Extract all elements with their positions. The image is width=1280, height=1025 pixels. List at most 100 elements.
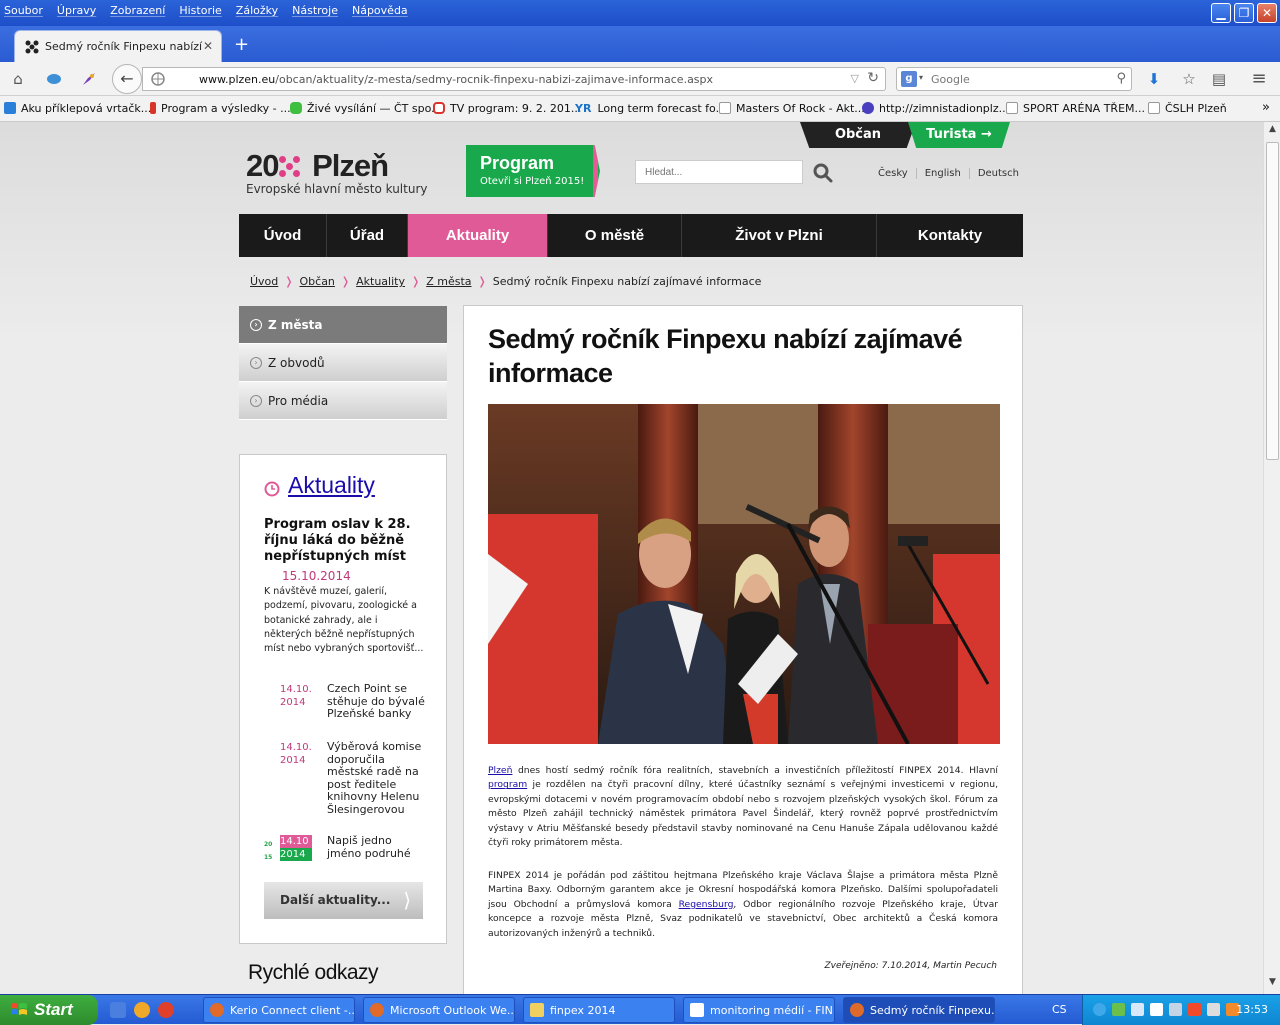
tray-monitor-icon[interactable] (1169, 1003, 1182, 1016)
taskbar-clock[interactable]: 13:53 (1236, 1003, 1268, 1016)
rocket-addon-icon[interactable] (80, 70, 98, 88)
tray-app-icon[interactable] (1150, 1003, 1163, 1016)
back-button[interactable]: ← (112, 64, 142, 94)
lang-czech[interactable]: Česky (870, 168, 916, 179)
lang-english[interactable]: English (915, 168, 969, 179)
lang-german[interactable]: Deutsch (968, 168, 1027, 179)
submenu-item-from-city[interactable]: › Z města (239, 306, 447, 344)
bookmark-item[interactable]: YR Long term forecast fo... (575, 102, 726, 115)
nav-item-news[interactable]: Aktuality (408, 214, 548, 257)
search-engine-box[interactable]: g ▾ Google ⚲ (896, 67, 1132, 91)
url-dropdown-icon[interactable]: ▽ (851, 72, 859, 85)
hamburger-menu-icon[interactable]: ≡ (1250, 70, 1268, 88)
breadcrumb-news[interactable]: Aktuality (356, 275, 405, 288)
search-engine-dropdown-icon[interactable]: ▾ (919, 73, 923, 82)
tray-alert-icon[interactable] (1188, 1003, 1201, 1016)
quicklaunch-messenger-icon[interactable] (134, 1002, 150, 1018)
menu-bookmarks[interactable]: Záložky (236, 4, 278, 17)
start-button[interactable]: Start (0, 995, 98, 1025)
site-identity-icon[interactable] (151, 72, 165, 86)
menu-edit[interactable]: Úpravy (57, 4, 96, 17)
bookmark-star-icon[interactable]: ☆ (1180, 70, 1198, 88)
featured-news-title[interactable]: Program oslav k 28. říjnu láká do běžně … (264, 517, 434, 565)
menu-file[interactable]: Soubor (4, 4, 43, 17)
citizen-section-tab[interactable]: Občan (800, 122, 916, 148)
taskbar-item-kerio[interactable]: Kerio Connect client -... (203, 997, 355, 1023)
google-icon[interactable]: g (901, 71, 917, 87)
nav-item-office[interactable]: Úřad (327, 214, 408, 257)
news-heading[interactable]: Aktuality (288, 472, 375, 499)
clock-icon (264, 481, 280, 497)
search-engine-placeholder: Google (931, 73, 970, 86)
menu-tools[interactable]: Nástroje (292, 4, 338, 17)
bookmark-item[interactable]: Masters Of Rock - Akt... (719, 102, 865, 115)
news-title[interactable]: Czech Point se stěhuje do bývalé Plzeňsk… (327, 682, 425, 721)
nav-item-about-city[interactable]: O městě (548, 214, 682, 257)
close-window-button[interactable]: ✕ (1257, 3, 1277, 23)
reload-icon[interactable]: ↻ (867, 70, 879, 86)
scroll-up-icon[interactable]: ▲ (1266, 124, 1279, 138)
menu-view[interactable]: Zobrazení (110, 4, 165, 17)
tray-security-icon[interactable] (1112, 1003, 1125, 1016)
taskbar-item-finpex-folder[interactable]: finpex 2014 (523, 997, 675, 1023)
taskbar-item-outlook[interactable]: Microsoft Outlook We... (363, 997, 515, 1023)
breadcrumb-citizen[interactable]: Občan (300, 275, 335, 288)
taskbar-item-monitoring[interactable]: monitoring médií - FIN... (683, 997, 835, 1023)
maximize-button[interactable]: ❐ (1234, 3, 1254, 23)
keyboard-language[interactable]: CS (1052, 1003, 1067, 1016)
new-tab-icon[interactable]: + (234, 34, 249, 55)
tourist-section-tab[interactable]: Turista → (908, 122, 1010, 148)
link-regensburg[interactable]: Regensburg (679, 899, 734, 910)
svg-text:20: 20 (264, 841, 272, 848)
menu-history[interactable]: Historie (179, 4, 221, 17)
tray-network-icon[interactable] (1093, 1003, 1106, 1016)
submenu-item-for-media[interactable]: › Pro média (239, 382, 447, 420)
site-logo[interactable]: 20 Plzeň Evropské hlavní město kultury (246, 148, 436, 198)
search-icon[interactable]: ⚲ (1116, 71, 1126, 86)
bookmark-item[interactable]: Aku příklepová vrtačk... (4, 102, 151, 115)
link-plzen[interactable]: Plzeň (488, 765, 512, 776)
quicklaunch-outlook-icon[interactable] (110, 1002, 126, 1018)
arrow-circle-icon: › (250, 395, 262, 407)
chat-addon-icon[interactable] (45, 70, 63, 88)
bookmarks-toolbar: Aku příklepová vrtačk... Program a výsle… (0, 96, 1280, 122)
nav-item-life-in-plzen[interactable]: Život v Plzni (682, 214, 877, 257)
page-scrollbar[interactable]: ▲ ▼ (1263, 122, 1280, 994)
close-tab-icon[interactable]: ✕ (203, 39, 213, 53)
bookmark-item[interactable]: ČSLH Plzeň (1148, 102, 1227, 115)
nav-item-contacts[interactable]: Kontakty (877, 214, 1023, 257)
tray-sync-icon[interactable] (1131, 1003, 1144, 1016)
arrow-circle-icon: › (250, 319, 262, 331)
bookmark-item[interactable]: Živé vysílání — ČT spo... (290, 102, 442, 115)
nav-item-home[interactable]: Úvod (239, 214, 327, 257)
scroll-thumb[interactable] (1266, 142, 1279, 460)
news-title[interactable]: Napiš jedno jméno podruhé (327, 834, 425, 860)
more-news-button[interactable]: Další aktuality... ⟩ (264, 882, 423, 919)
news-title[interactable]: Výběrová komise doporučila městské radě … (327, 740, 425, 816)
menu-help[interactable]: Nápověda (352, 4, 408, 17)
article-published-info: Zveřejněno: 7.10.2014, Martin Pecuch (824, 961, 997, 971)
scroll-down-icon[interactable]: ▼ (1266, 977, 1279, 991)
url-bar[interactable]: www.plzen.eu/obcan/aktuality/z-mesta/sed… (142, 67, 886, 91)
bookmark-item[interactable]: Program a výsledky - ... (150, 102, 291, 115)
bookmark-item[interactable]: TV program: 9. 2. 201... (433, 102, 581, 115)
home-icon[interactable]: ⌂ (9, 70, 27, 88)
reading-list-icon[interactable]: ▤ (1210, 70, 1228, 88)
bookmarks-overflow-icon[interactable]: » (1262, 100, 1270, 115)
program-banner[interactable]: Program Otevři si Plzeň 2015! (466, 145, 600, 197)
site-search-icon[interactable] (812, 162, 834, 184)
site-search-input[interactable] (635, 160, 803, 184)
tray-volume-icon[interactable] (1207, 1003, 1220, 1016)
taskbar-item-finpex-browser[interactable]: Sedmý ročník Finpexu... (843, 997, 995, 1023)
submenu-item-from-districts[interactable]: › Z obvodů (239, 344, 447, 382)
breadcrumb-home[interactable]: Úvod (250, 275, 278, 288)
bookmark-item[interactable]: http://zimnistadionplz... (862, 102, 1009, 115)
browser-tab-active[interactable]: Sedmý ročník Finpexu nabízí z... ✕ (14, 30, 222, 62)
minimize-button[interactable]: ▁ (1211, 3, 1231, 23)
bookmark-item[interactable]: SPORT ARÉNA TŘEM... (1006, 102, 1145, 115)
breadcrumb-from-city[interactable]: Z města (426, 275, 471, 288)
quicklaunch-chrome-icon[interactable] (158, 1002, 174, 1018)
logo-subtitle: Evropské hlavní město kultury (246, 182, 428, 196)
download-icon[interactable]: ⬇ (1145, 70, 1163, 88)
link-program[interactable]: program (488, 779, 527, 790)
